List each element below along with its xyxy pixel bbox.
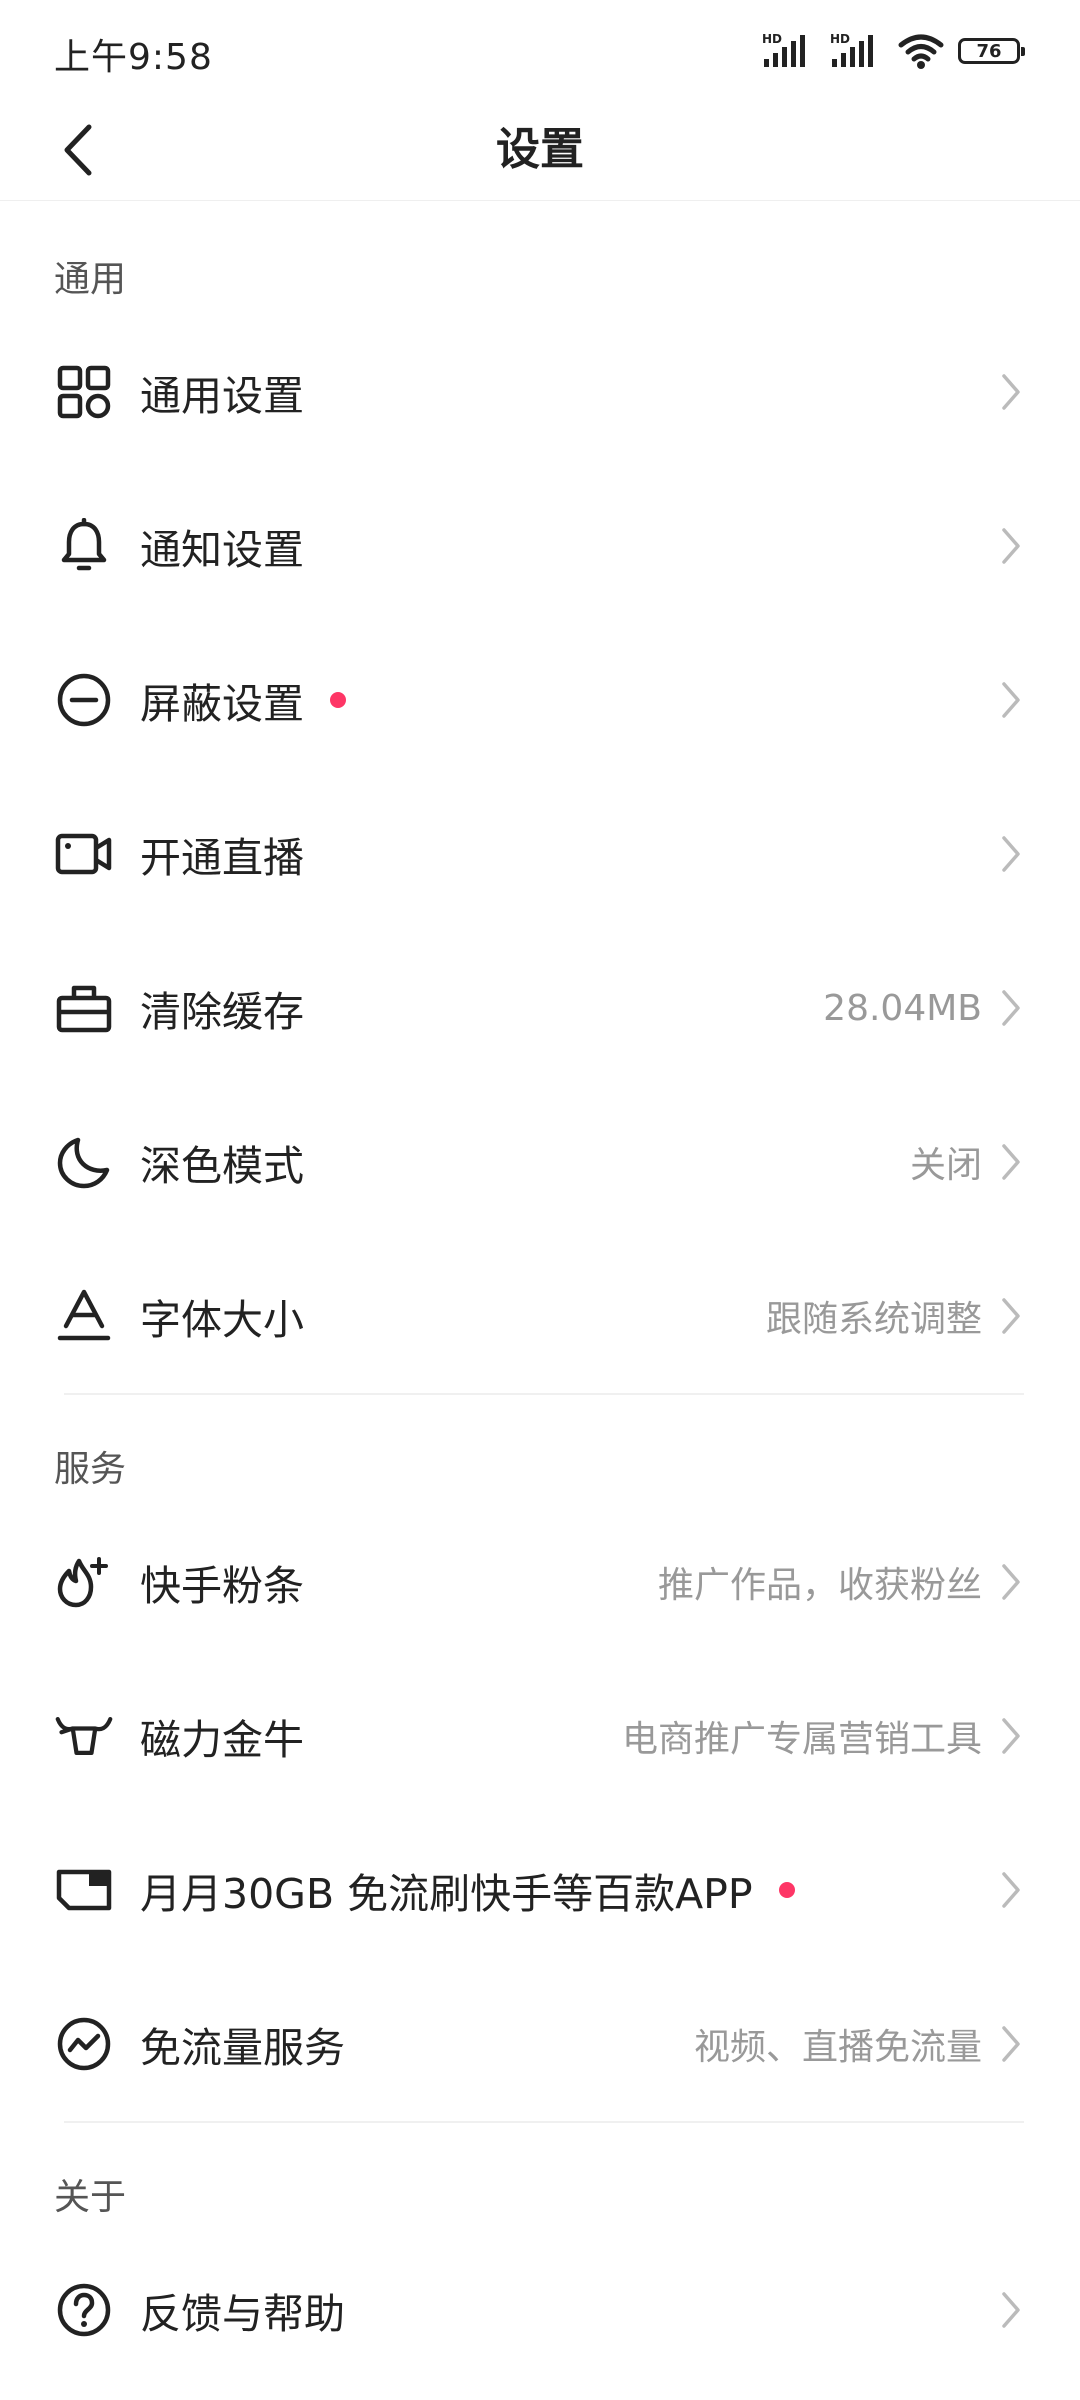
status-icons: HD HD 76 xyxy=(762,26,1025,76)
row-label: 清除缓存 xyxy=(140,988,304,1036)
row-feedback-help[interactable]: 反馈与帮助 xyxy=(0,2233,1080,2387)
chevron-right-icon xyxy=(996,1868,1026,1912)
status-bar: 上午9:58 HD HD 76 xyxy=(0,0,1080,100)
battery-icon: 76 xyxy=(958,38,1025,64)
row-open-live[interactable]: 开通直播 xyxy=(0,777,1080,931)
bell-icon xyxy=(54,516,114,576)
font-size-icon xyxy=(54,1286,114,1346)
notification-dot xyxy=(330,692,346,708)
row-label: 屏蔽设置 xyxy=(140,670,346,730)
flame-plus-icon xyxy=(54,1552,114,1612)
row-label-text: 月月30GB 免流刷快手等百款APP xyxy=(140,1870,753,1918)
row-free-data-service[interactable]: 免流量服务 视频、直播免流量 xyxy=(0,1967,1080,2121)
chevron-right-icon xyxy=(996,2288,1026,2332)
block-icon xyxy=(54,670,114,730)
row-label: 开通直播 xyxy=(140,834,304,882)
row-label: 深色模式 xyxy=(140,1142,304,1190)
chevron-right-icon xyxy=(996,678,1026,722)
svg-text:HD: HD xyxy=(762,32,782,46)
row-label: 免流量服务 xyxy=(140,2024,345,2072)
row-free-data-30gb[interactable]: 月月30GB 免流刷快手等百款APP xyxy=(0,1813,1080,1967)
row-label: 月月30GB 免流刷快手等百款APP xyxy=(140,1860,795,1920)
row-notification-settings[interactable]: 通知设置 xyxy=(0,469,1080,623)
row-label: 快手粉条 xyxy=(140,1562,304,1610)
chevron-right-icon xyxy=(996,1714,1026,1758)
fentiao-value: 推广作品，收获粉丝 xyxy=(657,1565,982,1606)
moon-icon xyxy=(54,1132,114,1192)
row-clear-cache[interactable]: 清除缓存 28.04MB xyxy=(0,931,1080,1085)
font-size-value: 跟随系统调整 xyxy=(765,1299,982,1340)
chevron-right-icon xyxy=(996,986,1026,1030)
chevron-right-icon xyxy=(996,524,1026,568)
row-cili-jinniu[interactable]: 磁力金牛 电商推广专属营销工具 xyxy=(0,1659,1080,1813)
chevron-right-icon xyxy=(996,1140,1026,1184)
wifi-icon xyxy=(898,34,944,69)
help-icon xyxy=(54,2280,114,2340)
row-block-settings[interactable]: 屏蔽设置 xyxy=(0,623,1080,777)
free-data-value: 视频、直播免流量 xyxy=(693,2027,982,2068)
row-label: 通知设置 xyxy=(140,526,304,574)
row-label: 字体大小 xyxy=(140,1296,304,1344)
row-label: 磁力金牛 xyxy=(140,1716,304,1764)
row-label: 反馈与帮助 xyxy=(140,2290,345,2338)
grid-icon xyxy=(54,362,114,422)
sim-card-icon xyxy=(54,1860,114,1920)
notification-dot xyxy=(778,1882,795,1898)
signal-hd-icon: HD xyxy=(762,32,805,67)
chevron-right-icon xyxy=(996,1560,1026,1604)
row-label: 通用设置 xyxy=(140,372,304,420)
section-header-services: 服务 xyxy=(54,1449,127,1490)
row-dark-mode[interactable]: 深色模式 关闭 xyxy=(0,1085,1080,1239)
section-header-general: 通用 xyxy=(54,259,127,300)
chevron-right-icon xyxy=(996,2022,1026,2066)
video-camera-icon xyxy=(54,824,114,884)
row-label-text: 屏蔽设置 xyxy=(140,680,304,728)
toolbox-icon xyxy=(54,978,114,1038)
signal-hd-icon: HD xyxy=(830,32,873,67)
row-kuaishou-fentiao[interactable]: 快手粉条 推广作品，收获粉丝 xyxy=(0,1505,1080,1659)
data-free-icon xyxy=(54,2014,114,2074)
section-header-about: 关于 xyxy=(54,2177,127,2218)
cache-size-value: 28.04MB xyxy=(823,987,982,1029)
row-font-size[interactable]: 字体大小 跟随系统调整 xyxy=(0,1239,1080,1393)
chevron-right-icon xyxy=(996,1294,1026,1338)
status-time: 上午9:58 xyxy=(54,37,213,78)
row-general-settings[interactable]: 通用设置 xyxy=(0,315,1080,469)
battery-level: 76 xyxy=(976,40,1002,62)
chevron-right-icon xyxy=(996,832,1026,876)
svg-text:HD: HD xyxy=(830,32,850,46)
settings-list: 通用 通用设置 通知设置 屏蔽设置 开通直播 清除缓存 28.04MB 深色模式… xyxy=(0,201,1080,2387)
jinniu-value: 电商推广专属营销工具 xyxy=(621,1719,982,1760)
chevron-right-icon xyxy=(996,370,1026,414)
nav-bar: 设置 xyxy=(0,100,1080,201)
bull-icon xyxy=(54,1706,114,1766)
dark-mode-value: 关闭 xyxy=(909,1145,982,1186)
page-title: 设置 xyxy=(496,124,584,175)
